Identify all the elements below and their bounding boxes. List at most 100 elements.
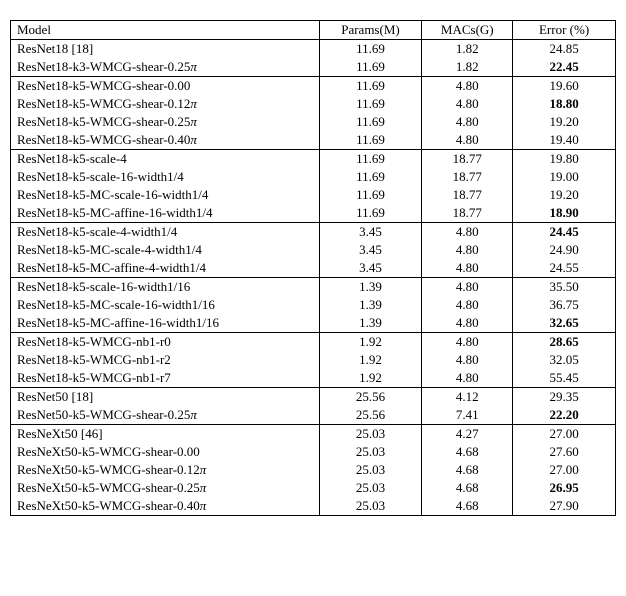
params-cell: 1.92 (319, 351, 422, 369)
error-cell: 28.65 (513, 333, 616, 352)
params-cell: 3.45 (319, 241, 422, 259)
params-cell: 3.45 (319, 223, 422, 242)
macs-cell: 4.80 (422, 241, 513, 259)
model-cell: ResNet18-k5-WMCG-shear-0.00 (11, 77, 320, 96)
macs-cell: 1.82 (422, 58, 513, 77)
error-cell: 27.00 (513, 425, 616, 444)
macs-cell: 4.80 (422, 95, 513, 113)
model-cell: ResNet18-k5-MC-scale-16-width1/4 (11, 186, 320, 204)
table-row: ResNet18-k5-scale-16-width1/161.394.8035… (11, 278, 616, 297)
params-cell: 25.03 (319, 443, 422, 461)
model-cell: ResNet18-k5-MC-affine-4-width1/4 (11, 259, 320, 278)
table-row: ResNet18-k5-MC-affine-4-width1/43.454.80… (11, 259, 616, 278)
macs-cell: 4.80 (422, 223, 513, 242)
table-row: ResNet50 [18]25.564.1229.35 (11, 388, 616, 407)
table-row: ResNet18-k5-MC-scale-4-width1/43.454.802… (11, 241, 616, 259)
model-cell: ResNeXt50-k5-WMCG-shear-0.40π (11, 497, 320, 516)
macs-cell: 18.77 (422, 150, 513, 169)
table-row: ResNet18-k5-MC-scale-16-width1/161.394.8… (11, 296, 616, 314)
model-cell: ResNet50-k5-WMCG-shear-0.25π (11, 406, 320, 425)
params-cell: 25.03 (319, 461, 422, 479)
table-row: ResNet18-k5-WMCG-shear-0.12π11.694.8018.… (11, 95, 616, 113)
error-cell: 18.80 (513, 95, 616, 113)
error-cell: 19.80 (513, 150, 616, 169)
params-cell: 1.92 (319, 333, 422, 352)
table-row: ResNet18-k5-WMCG-nb1-r71.924.8055.45 (11, 369, 616, 388)
macs-cell: 4.80 (422, 351, 513, 369)
params-cell: 1.39 (319, 296, 422, 314)
model-cell: ResNeXt50-k5-WMCG-shear-0.25π (11, 479, 320, 497)
error-cell: 26.95 (513, 479, 616, 497)
model-cell: ResNet18 [18] (11, 40, 320, 59)
table-row: ResNet18-k5-scale-411.6918.7719.80 (11, 150, 616, 169)
model-cell: ResNet18-k5-MC-affine-16-width1/4 (11, 204, 320, 223)
macs-cell: 4.68 (422, 443, 513, 461)
model-cell: ResNet18-k5-scale-16-width1/16 (11, 278, 320, 297)
macs-cell: 4.68 (422, 461, 513, 479)
params-cell: 11.69 (319, 131, 422, 150)
params-cell: 25.03 (319, 425, 422, 444)
macs-cell: 7.41 (422, 406, 513, 425)
model-cell: ResNet18-k5-scale-4 (11, 150, 320, 169)
error-cell: 27.90 (513, 497, 616, 516)
table-row: ResNet18-k5-WMCG-nb1-r01.924.8028.65 (11, 333, 616, 352)
table-row: ResNet18 [18]11.691.8224.85 (11, 40, 616, 59)
model-cell: ResNet18-k5-WMCG-nb1-r0 (11, 333, 320, 352)
params-cell: 11.69 (319, 95, 422, 113)
macs-cell: 4.80 (422, 278, 513, 297)
macs-cell: 18.77 (422, 168, 513, 186)
error-cell: 18.90 (513, 204, 616, 223)
table-row: ResNet18-k5-MC-scale-16-width1/411.6918.… (11, 186, 616, 204)
table-row: ResNet18-k5-WMCG-shear-0.25π11.694.8019.… (11, 113, 616, 131)
params-cell: 25.03 (319, 479, 422, 497)
params-cell: 1.92 (319, 369, 422, 388)
table-row: ResNeXt50 [46]25.034.2727.00 (11, 425, 616, 444)
error-cell: 24.55 (513, 259, 616, 278)
model-cell: ResNet18-k5-WMCG-nb1-r7 (11, 369, 320, 388)
macs-cell: 4.80 (422, 296, 513, 314)
table-row: ResNeXt50-k5-WMCG-shear-0.40π25.034.6827… (11, 497, 616, 516)
error-cell: 19.40 (513, 131, 616, 150)
column-header: Error (%) (513, 21, 616, 40)
error-cell: 19.20 (513, 113, 616, 131)
macs-cell: 4.80 (422, 131, 513, 150)
error-cell: 19.00 (513, 168, 616, 186)
column-header: Params(M) (319, 21, 422, 40)
error-cell: 55.45 (513, 369, 616, 388)
table-row: ResNet18-k5-WMCG-shear-0.40π11.694.8019.… (11, 131, 616, 150)
model-cell: ResNeXt50 [46] (11, 425, 320, 444)
error-cell: 24.45 (513, 223, 616, 242)
model-cell: ResNet18-k5-scale-16-width1/4 (11, 168, 320, 186)
macs-cell: 4.80 (422, 113, 513, 131)
params-cell: 25.56 (319, 388, 422, 407)
params-cell: 11.69 (319, 150, 422, 169)
macs-cell: 18.77 (422, 204, 513, 223)
error-cell: 36.75 (513, 296, 616, 314)
column-header: Model (11, 21, 320, 40)
error-cell: 32.05 (513, 351, 616, 369)
params-cell: 11.69 (319, 58, 422, 77)
params-cell: 11.69 (319, 186, 422, 204)
error-cell: 35.50 (513, 278, 616, 297)
model-cell: ResNet50 [18] (11, 388, 320, 407)
error-cell: 27.60 (513, 443, 616, 461)
macs-cell: 4.27 (422, 425, 513, 444)
error-cell: 27.00 (513, 461, 616, 479)
table-row: ResNeXt50-k5-WMCG-shear-0.25π25.034.6826… (11, 479, 616, 497)
model-cell: ResNet18-k5-WMCG-shear-0.40π (11, 131, 320, 150)
macs-cell: 4.80 (422, 314, 513, 333)
table-row: ResNet18-k5-scale-4-width1/43.454.8024.4… (11, 223, 616, 242)
table-row: ResNet18-k5-MC-affine-16-width1/411.6918… (11, 204, 616, 223)
params-cell: 11.69 (319, 168, 422, 186)
params-cell: 1.39 (319, 278, 422, 297)
table-row: ResNeXt50-k5-WMCG-shear-0.0025.034.6827.… (11, 443, 616, 461)
model-cell: ResNet18-k5-WMCG-nb1-r2 (11, 351, 320, 369)
params-cell: 25.56 (319, 406, 422, 425)
macs-cell: 4.80 (422, 333, 513, 352)
error-cell: 22.45 (513, 58, 616, 77)
model-cell: ResNeXt50-k5-WMCG-shear-0.00 (11, 443, 320, 461)
params-cell: 25.03 (319, 497, 422, 516)
table-row: ResNet18-k5-MC-affine-16-width1/161.394.… (11, 314, 616, 333)
error-cell: 32.65 (513, 314, 616, 333)
error-cell: 24.85 (513, 40, 616, 59)
